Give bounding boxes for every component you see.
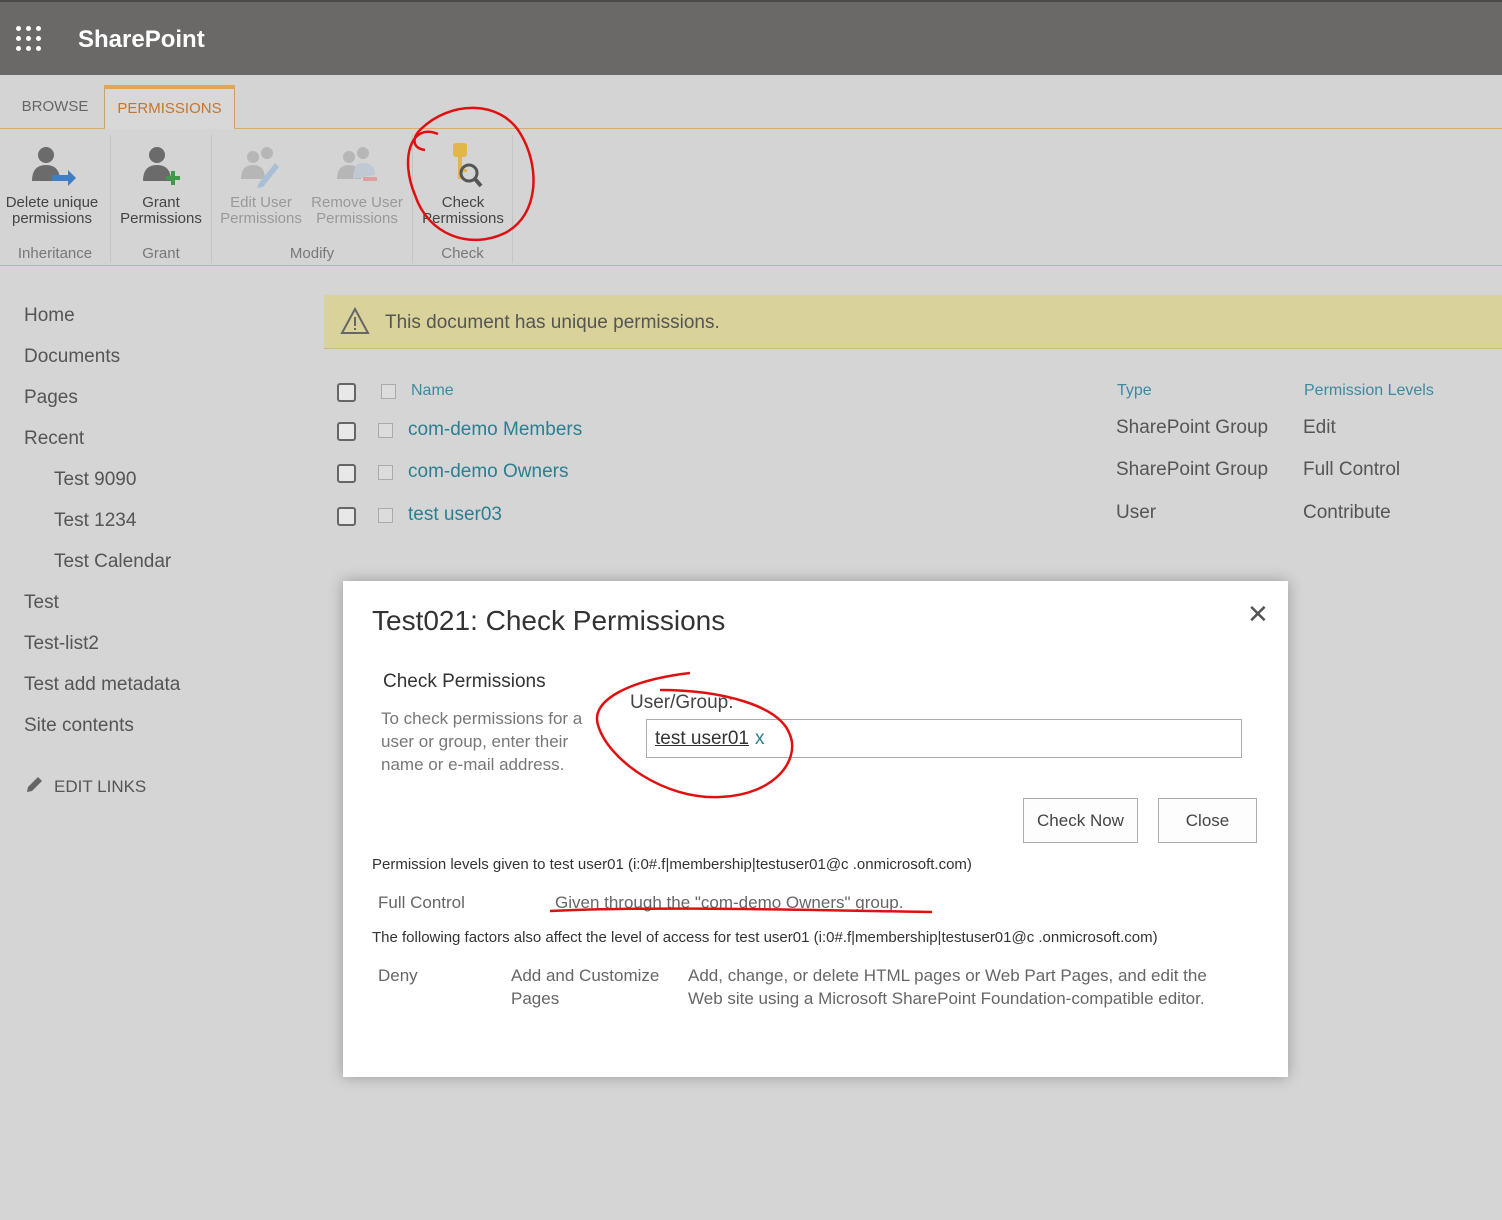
user-group-field[interactable]: test user01 x bbox=[646, 719, 1242, 758]
row-item-checkbox bbox=[378, 465, 393, 480]
pencil-icon bbox=[27, 777, 42, 792]
row-name-link[interactable]: test user03 bbox=[408, 504, 502, 526]
nav-item-pages[interactable]: Pages bbox=[24, 387, 78, 409]
deny-permission: Add and Customize Pages bbox=[511, 966, 660, 1008]
result-reason: Given through the "com-demo Owners" grou… bbox=[555, 893, 904, 912]
tab-browse[interactable]: BROWSE bbox=[8, 85, 102, 129]
section-heading: Check Permissions bbox=[383, 671, 546, 692]
warning-icon bbox=[340, 307, 370, 334]
row-checkbox[interactable] bbox=[337, 507, 356, 526]
row-type: User bbox=[1116, 502, 1157, 523]
row-permission-level: Edit bbox=[1303, 417, 1336, 438]
group-label-grant: Grant bbox=[142, 245, 180, 262]
row-checkbox[interactable] bbox=[337, 422, 356, 441]
nav-item-documents[interactable]: Documents bbox=[24, 346, 120, 368]
row-checkbox[interactable] bbox=[337, 464, 356, 483]
row-item-checkbox bbox=[378, 423, 393, 438]
group-label-inheritance: Inheritance bbox=[17, 245, 93, 262]
key-search-icon bbox=[453, 143, 483, 188]
user-group-label: User/Group: bbox=[630, 692, 734, 713]
column-header-name[interactable]: Name bbox=[411, 382, 454, 400]
banner-text: This document has unique permissions. bbox=[385, 312, 720, 333]
tab-permissions[interactable]: PERMISSIONS bbox=[104, 85, 235, 129]
nav-item-test-add-metadata[interactable]: Test add metadata bbox=[24, 674, 180, 696]
dialog-title: Test021: Check Permissions bbox=[372, 605, 726, 636]
nav-item-site-contents[interactable]: Site contents bbox=[24, 715, 134, 737]
row-name-link[interactable]: com-demo Owners bbox=[408, 461, 569, 483]
row-name-link[interactable]: com-demo Members bbox=[408, 419, 582, 441]
check-permissions-dialog: Test021: Check Permissions ✕ Check Permi… bbox=[343, 581, 1288, 1077]
edit-user-permissions-button[interactable]: Edit User Permissions bbox=[216, 141, 306, 227]
row-permission-level: Contribute bbox=[1303, 502, 1391, 523]
nav-item-test-9090[interactable]: Test 9090 bbox=[54, 469, 136, 491]
suite-bar: SharePoint bbox=[0, 0, 1502, 75]
grant-permissions-button[interactable]: Grant Permissions bbox=[114, 141, 208, 227]
ribbon: BROWSE PERMISSIONS Delete unique permiss… bbox=[0, 75, 1502, 266]
column-header-permission-levels[interactable]: Permission Levels bbox=[1304, 382, 1434, 400]
section-description: To check permissions for a user or group… bbox=[381, 709, 583, 774]
row-type: SharePoint Group bbox=[1116, 459, 1269, 480]
grant-permissions-icon bbox=[143, 147, 180, 185]
unique-permissions-banner: This document has unique permissions. bbox=[324, 295, 1502, 349]
edit-user-permissions-icon bbox=[241, 147, 279, 188]
nav-item-test[interactable]: Test bbox=[24, 592, 59, 614]
resolved-user-token[interactable]: test user01 bbox=[655, 728, 749, 750]
nav-item-recent[interactable]: Recent bbox=[24, 428, 84, 450]
deny-description: Add, change, or delete HTML pages or Web… bbox=[688, 966, 1207, 1008]
check-permissions-button[interactable]: Check Permissions bbox=[416, 141, 510, 227]
close-button[interactable]: Close bbox=[1158, 798, 1257, 843]
nav-item-test-1234[interactable]: Test 1234 bbox=[54, 510, 136, 532]
group-label-modify: Modify bbox=[289, 245, 335, 262]
result-heading: Permission levels given to test user01 (… bbox=[372, 856, 972, 873]
close-icon[interactable]: ✕ bbox=[1247, 599, 1269, 630]
group-label-check: Check bbox=[441, 245, 484, 262]
edit-links-button[interactable]: EDIT LINKS bbox=[24, 776, 146, 797]
check-now-button[interactable]: Check Now bbox=[1023, 798, 1138, 843]
deny-label: Deny bbox=[378, 966, 418, 985]
factors-heading: The following factors also affect the le… bbox=[372, 929, 1158, 946]
nav-item-test-list2[interactable]: Test-list2 bbox=[24, 633, 99, 655]
nav-item-home[interactable]: Home bbox=[24, 305, 75, 327]
row-permission-level: Full Control bbox=[1303, 459, 1401, 480]
row-item-checkbox bbox=[378, 508, 393, 523]
delete-permissions-icon bbox=[32, 147, 76, 186]
select-all-checkbox[interactable] bbox=[337, 383, 356, 402]
row-type: SharePoint Group bbox=[1116, 417, 1269, 438]
app-launcher-icon[interactable] bbox=[16, 26, 42, 52]
nav-item-test-calendar[interactable]: Test Calendar bbox=[54, 551, 171, 573]
brand-title[interactable]: SharePoint bbox=[78, 26, 205, 54]
remove-user-button[interactable]: x bbox=[755, 728, 765, 750]
delete-unique-permissions-button[interactable]: Delete unique permissions bbox=[2, 141, 102, 227]
remove-user-permissions-icon bbox=[337, 147, 377, 181]
result-permission-level: Full Control bbox=[378, 893, 465, 912]
header-item-checkbox bbox=[381, 384, 396, 399]
column-header-type[interactable]: Type bbox=[1117, 382, 1152, 400]
remove-user-permissions-button[interactable]: Remove User Permissions bbox=[308, 141, 406, 227]
